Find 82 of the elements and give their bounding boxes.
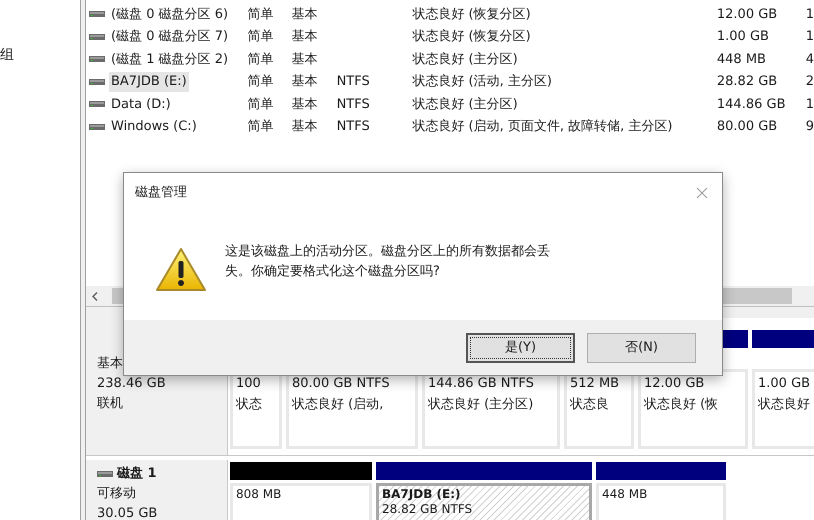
status-cell-text: 状态良好 (恢复分区) (412, 6, 532, 24)
disk-type: 可移动 (97, 485, 136, 503)
partition-box[interactable]: BA7JDB (E:) 28.82 GB NTFS (376, 483, 592, 520)
partition-size: 1.00 GB (758, 375, 810, 393)
table-cell-text: 1 (806, 6, 814, 24)
file-system-cell: NTFS (336, 96, 370, 112)
capacity-cell-text: 80.00 GB (716, 118, 778, 136)
partition-box[interactable]: 1.00 GB 状态良好 (752, 369, 814, 449)
capacity-cell-text: 448 MB (716, 50, 767, 68)
table-cell-text: 1 (806, 96, 814, 114)
volume-name[interactable]: Windows (C:) (109, 117, 199, 136)
capacity-cell-text: 12.00 GB (716, 6, 778, 24)
partition-size: 448 MB (602, 487, 648, 502)
type-cell-text: 基本 (292, 96, 319, 114)
file-system-cell: NTFS (336, 119, 370, 134)
drive-icon (89, 78, 105, 86)
type-cell-text: 基本 (292, 28, 319, 46)
partition-status: 状态良 (570, 396, 609, 414)
partition-size: 80.00 GB NTFS (292, 375, 390, 393)
volume-name[interactable]: Data (D:) (109, 94, 173, 114)
drive-icon (89, 55, 105, 64)
partition-size: 28.82 GB NTFS (382, 502, 472, 517)
layout-cell-text: 简单 (248, 6, 275, 24)
partition-status: 状态 (236, 396, 262, 414)
status-cell-text: 状态良好 (启动, 页面文件, 故障转储, 主分区) (412, 118, 674, 136)
status-cell-text: 状态良好 (主分区) (412, 50, 519, 68)
disk-status: 联机 (97, 395, 123, 413)
drive-icon (89, 32, 105, 41)
table-cell-text: 4 (806, 50, 814, 68)
dialog-message: 这是该磁盘上的活动分区。磁盘分区上的所有数据都会丢失。你确定要格式化这个磁盘分区吗? (225, 243, 551, 281)
status-cell-text: 状态良好 (恢复分区) (412, 28, 532, 46)
type-cell-text: 基本 (292, 50, 319, 68)
disk-label: 磁盘 1 (117, 465, 157, 483)
dialog-button[interactable]: 否(N) (587, 332, 696, 362)
layout-cell-text: 简单 (248, 50, 275, 68)
scroll-left-icon[interactable] (92, 292, 98, 300)
drive-icon (89, 10, 105, 18)
drive-icon (89, 100, 105, 108)
layout-cell-text: 简单 (248, 28, 275, 46)
sidebar-item[interactable]: 组 (0, 45, 14, 66)
partition-size: 512 MB (570, 375, 620, 393)
partition-box[interactable]: 808 MB (230, 483, 372, 520)
status-cell-text: 状态良好 (主分区) (412, 96, 519, 114)
partition-status: 状态良好 (恢 (644, 396, 718, 414)
file-system-cell: NTFS (336, 74, 370, 89)
table-cell-text: 1 (806, 28, 814, 46)
volume-name[interactable]: (磁盘 1 磁盘分区 2) (109, 50, 230, 69)
volume-name[interactable]: BA7JDB (E:) (109, 72, 189, 92)
partition-size: 144.86 GB NTFS (428, 375, 534, 393)
partition-size: 12.00 GB (644, 375, 704, 393)
capacity-cell-text: 144.86 GB (716, 96, 786, 114)
close-icon[interactable] (696, 187, 708, 199)
disk-size: 30.05 GB (97, 505, 158, 520)
capacity-cell-text: 28.82 GB (716, 73, 778, 91)
drive-icon (89, 122, 105, 131)
partition-status: 状态良好 (758, 396, 810, 414)
disk-info-panel[interactable]: 磁盘 1 可移动 30.05 GB (86, 460, 228, 520)
type-cell-text: 基本 (292, 6, 319, 24)
layout-cell-text: 简单 (248, 96, 275, 114)
disk-size: 238.46 GB (97, 375, 166, 393)
type-cell-text: 基本 (292, 118, 319, 136)
partition-size: 100 (236, 375, 261, 393)
vertical-splitter[interactable] (80, 0, 86, 520)
dialog-title: 磁盘管理 (135, 184, 187, 202)
partition-box[interactable]: 448 MB (596, 483, 726, 520)
volume-name[interactable]: (磁盘 0 磁盘分区 6) (109, 4, 230, 24)
capacity-cell-text: 1.00 GB (716, 28, 770, 46)
warning-icon (155, 247, 207, 293)
partition-status: 状态良好 (启动, (292, 396, 384, 414)
disk-type: 基本 (97, 355, 123, 373)
volume-name[interactable]: (磁盘 0 磁盘分区 7) (109, 27, 230, 46)
partition-size: 808 MB (236, 487, 282, 502)
dialog-button[interactable]: 是(Y) (466, 332, 575, 362)
drive-icon (97, 470, 113, 478)
status-cell-text: 状态良好 (活动, 主分区) (412, 73, 553, 91)
partition-status: 状态良好 (主分区) (428, 396, 534, 414)
type-cell-text: 基本 (292, 73, 319, 91)
table-cell-text: 9 (806, 118, 814, 136)
layout-cell-text: 简单 (248, 73, 275, 91)
partition-name: BA7JDB (E:) (382, 487, 460, 502)
layout-cell-text: 简单 (248, 118, 275, 136)
table-cell-text: 2 (806, 73, 814, 91)
